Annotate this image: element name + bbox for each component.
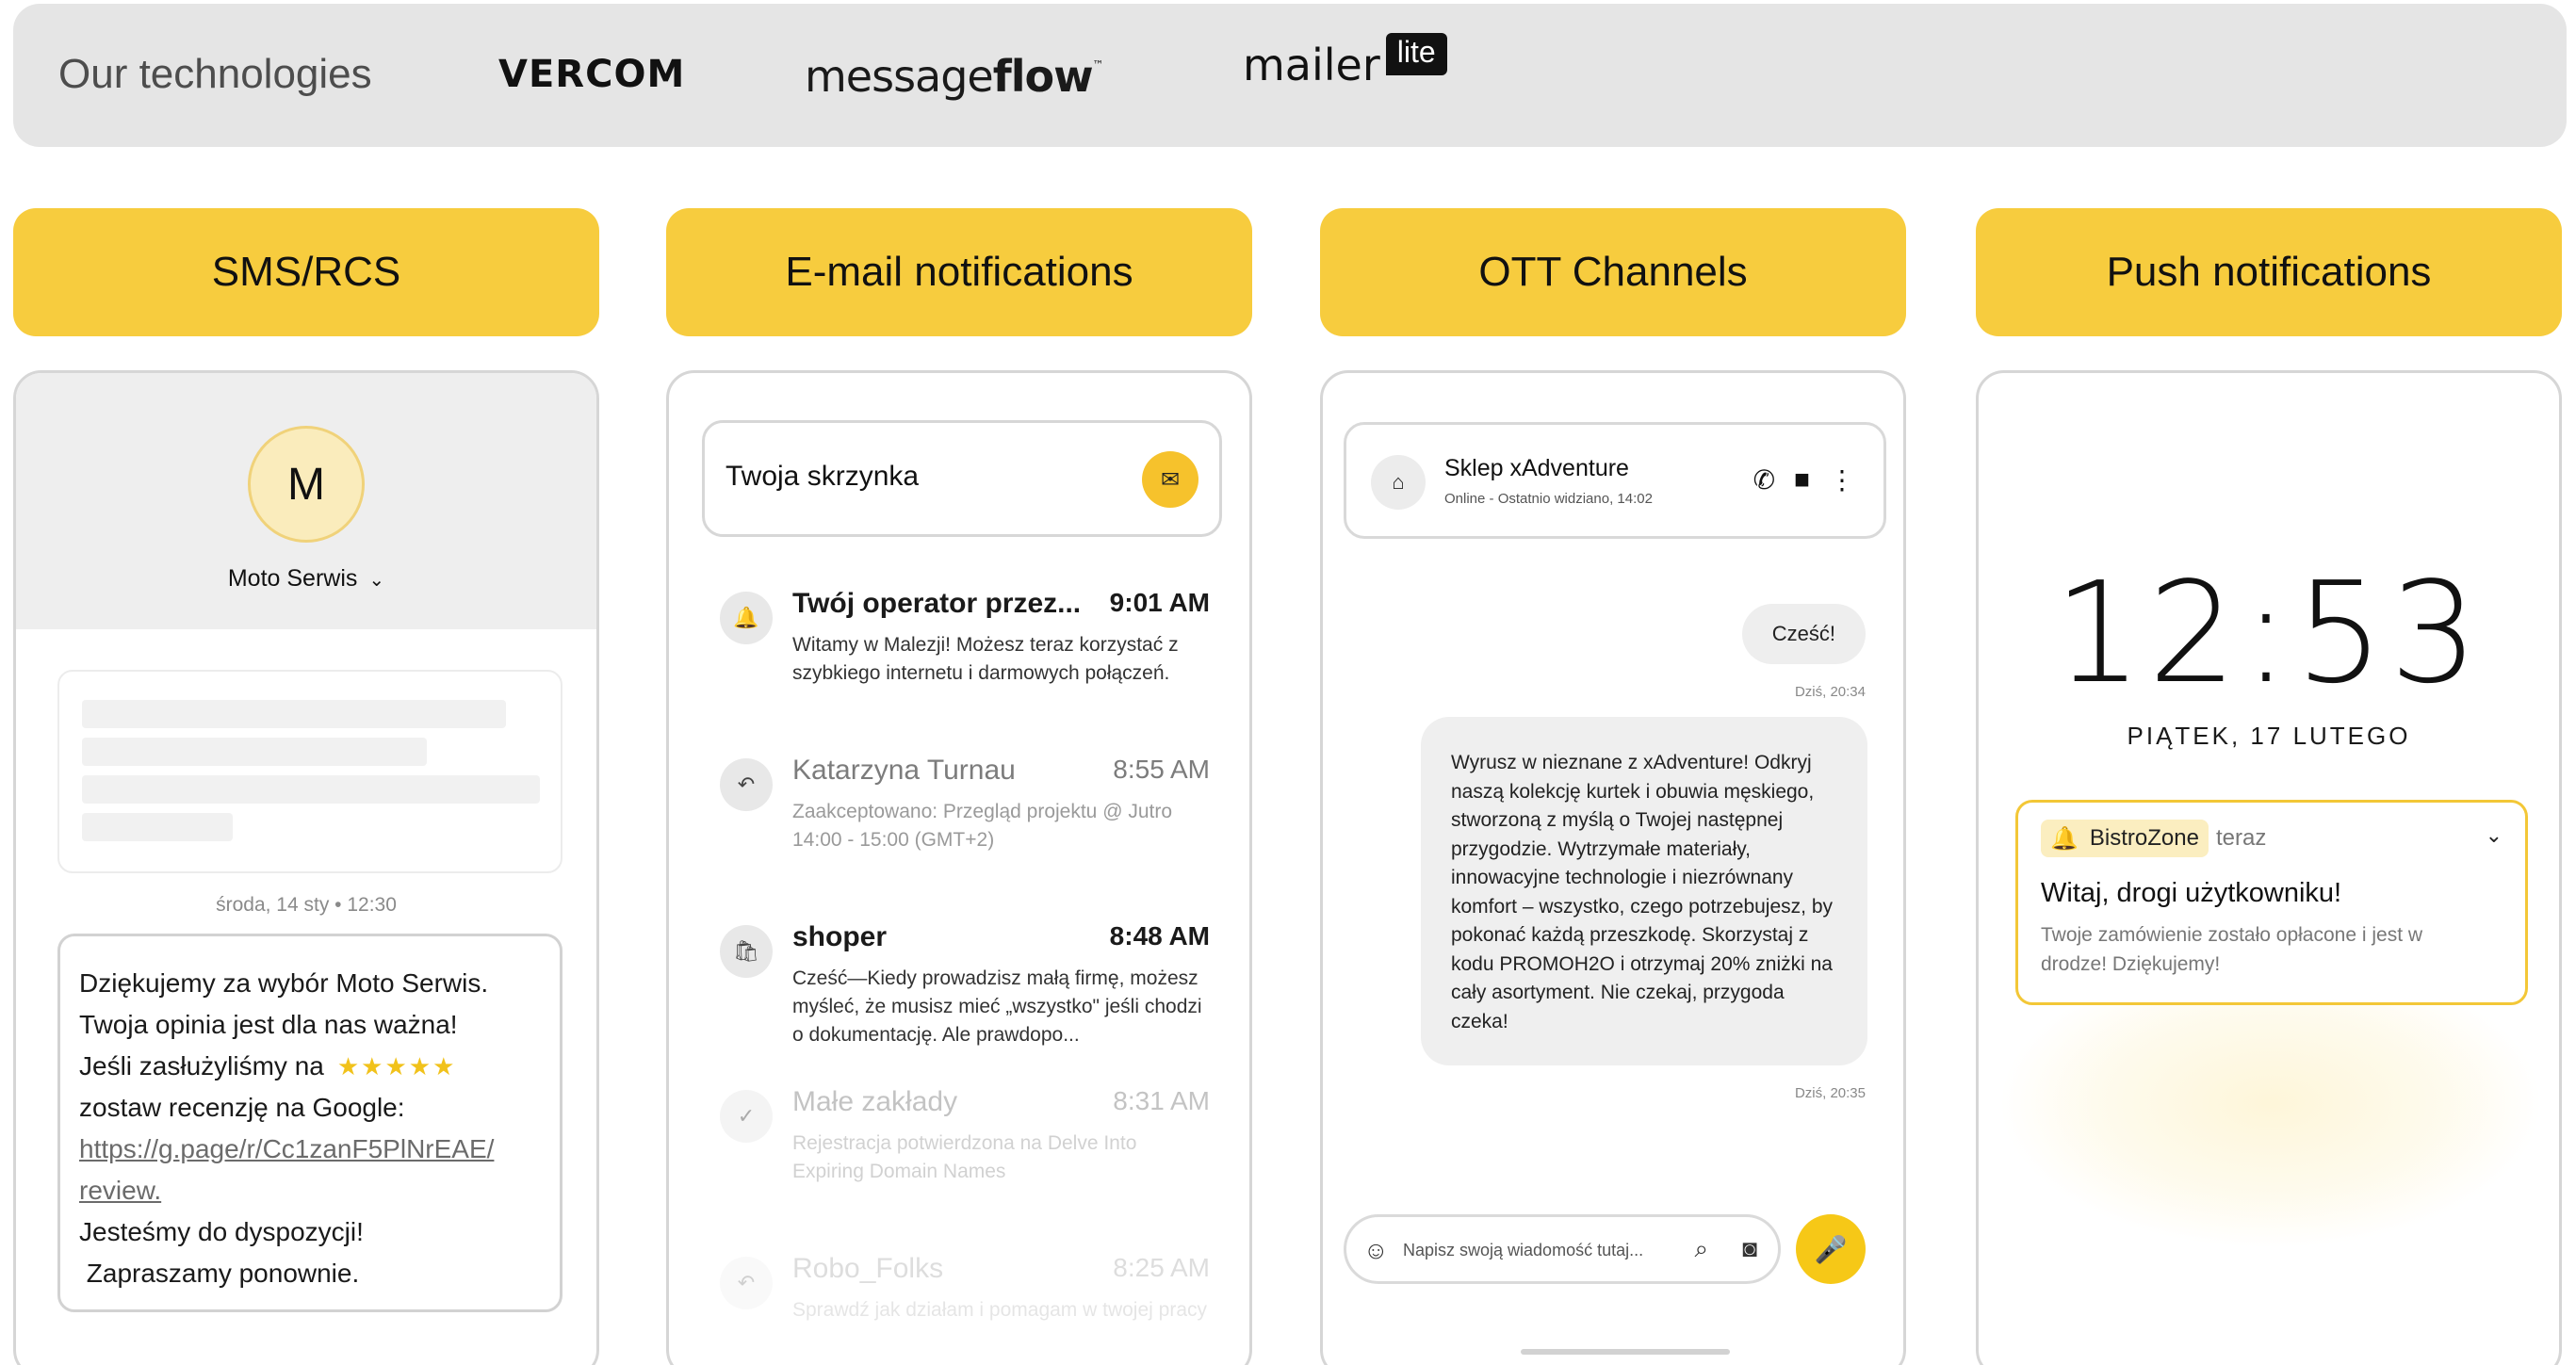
message-line: Jeśli zasłużyliśmy na ★★★★★ xyxy=(79,1051,457,1081)
category-ott-channels: OTT Channels xyxy=(1320,208,1906,336)
lockscreen-date: PIĄTEK, 17 LUTEGO xyxy=(2127,722,2411,750)
push-phone-card: 12:53 PIĄTEK, 17 LUTEGO 🔔 BistroZone ter… xyxy=(1976,370,2562,1365)
skeleton-line xyxy=(82,775,540,804)
greeting-bubble: Cześć! xyxy=(1741,604,1866,664)
emoji-icon[interactable]: ☺ xyxy=(1363,1236,1389,1265)
check-icon: ✓ xyxy=(720,1090,773,1143)
technologies-bar: Our technologies VERCOM messageflow™ mai… xyxy=(13,4,2567,147)
email-sender: Robo_Folks xyxy=(792,1253,944,1284)
inbox-title: Twoja skrzynka xyxy=(726,461,920,492)
email-preview: Sprawdź jak działam i pomagam w twojej p… xyxy=(792,1299,1208,1321)
chat-header: ⌂ Sklep xAdventure Online - Ostatnio wid… xyxy=(1344,422,1886,539)
category-email-notifications: E-mail notifications xyxy=(666,208,1252,336)
reply-icon: ↶ xyxy=(720,1257,773,1309)
email-time: 9:01 AM xyxy=(1109,588,1210,617)
sms-contact-header: M Moto Serwis ⌄ xyxy=(16,373,596,629)
microphone-icon: 🎤 xyxy=(1814,1234,1848,1264)
message-timestamp: Dziś, 20:35 xyxy=(1794,1085,1866,1101)
email-time: 8:31 AM xyxy=(1113,1086,1210,1115)
email-preview: Witamy w Malezji! Możesz teraz korzystać… xyxy=(792,634,1179,684)
message-line: Jesteśmy do dyspozycji! xyxy=(79,1217,364,1246)
bell-icon: 🔔 xyxy=(2050,825,2079,852)
bell-icon: 🔔 xyxy=(720,592,773,644)
message-line: zostaw recenzję na Google: xyxy=(79,1093,405,1122)
message-line: Dziękujemy za wybór Moto Serwis. xyxy=(79,968,489,998)
more-options-icon[interactable]: ⋮ xyxy=(1829,464,1855,496)
email-time: 8:48 AM xyxy=(1109,921,1210,951)
email-time: 8:25 AM xyxy=(1113,1253,1210,1282)
notification-title: Witaj, drogi użytkowniku! xyxy=(2041,878,2342,908)
email-list-item[interactable]: 🛍 shoper 8:48 AM Cześć—Kiedy prowadzisz … xyxy=(720,921,1210,1046)
email-phone-card: Twoja skrzynka ✉ 🔔 Twój operator przez..… xyxy=(666,370,1252,1365)
promo-message-bubble: Wyrusz w nieznane z xAdventure! Odkryj n… xyxy=(1421,717,1867,1065)
skeleton-message-placeholder xyxy=(57,670,562,873)
email-list-item[interactable]: 🔔 Twój operator przez... 9:01 AM Witamy … xyxy=(720,588,1210,701)
email-sender: shoper xyxy=(792,921,888,952)
skeleton-line xyxy=(82,700,506,728)
microphone-button[interactable]: 🎤 xyxy=(1796,1214,1866,1284)
technologies-title: Our technologies xyxy=(58,51,372,97)
shop-status: Online - Ostatnio widziano, 14:02 xyxy=(1444,491,1653,507)
ott-phone-card: ⌂ Sklep xAdventure Online - Ostatnio wid… xyxy=(1320,370,1906,1365)
message-line: Twoja opinia jest dla nas ważna! xyxy=(79,1010,458,1039)
category-push-notifications: Push notifications xyxy=(1976,208,2562,336)
email-sender: Twój operator przez... xyxy=(792,588,1082,619)
contact-avatar[interactable]: M xyxy=(248,426,365,543)
notification-app-badge: 🔔 BistroZone xyxy=(2041,820,2209,857)
chat-actions: ✆ ■ ⋮ xyxy=(1753,464,1855,496)
reply-icon: ↶ xyxy=(720,758,773,811)
review-link[interactable]: https://g.page/r/Cc1zanF5PlNrEAE/ xyxy=(79,1129,541,1170)
envelope-icon[interactable]: ✉ xyxy=(1142,451,1198,508)
chevron-down-icon[interactable]: ⌄ xyxy=(2486,823,2503,848)
chevron-down-icon: ⌄ xyxy=(368,570,385,591)
mailerlite-logo: mailer lite xyxy=(1243,33,1447,90)
email-list-item[interactable]: ↶ Katarzyna Turnau 8:55 AM Zaakceptowano… xyxy=(720,755,1210,868)
push-notification[interactable]: 🔔 BistroZone teraz ⌄ Witaj, drogi użytko… xyxy=(2015,800,2528,1005)
email-preview: Cześć—Kiedy prowadzisz małą firmę, możes… xyxy=(792,967,1202,1046)
lockscreen-clock: 12:53 xyxy=(2053,552,2485,714)
email-sender: Małe zakłady xyxy=(792,1086,958,1117)
notification-app-name: BistroZone xyxy=(2089,825,2199,851)
camera-icon[interactable]: ◙ xyxy=(1742,1234,1757,1263)
message-line: Zapraszamy ponownie. xyxy=(79,1259,360,1288)
notification-body: Twoje zamówienie zostało opłacone i jest… xyxy=(2041,924,2423,975)
contact-name[interactable]: Moto Serwis ⌄ xyxy=(16,565,596,593)
email-sender: Katarzyna Turnau xyxy=(792,755,1016,786)
vercom-logo: VERCOM xyxy=(498,53,686,96)
inbox-header: Twoja skrzynka ✉ xyxy=(702,420,1222,537)
category-sms-rcs: SMS/RCS xyxy=(13,208,599,336)
message-composer: ☺ ⌕ ◙ xyxy=(1344,1214,1781,1284)
phone-icon[interactable]: ✆ xyxy=(1753,464,1775,496)
notification-time: teraz xyxy=(2216,825,2267,851)
message-timestamp: Dziś, 20:34 xyxy=(1794,684,1866,700)
shop-name: Sklep xAdventure xyxy=(1444,455,1629,481)
email-list-item[interactable]: ✓ Małe zakłady 8:31 AM Rejestracja potwi… xyxy=(720,1086,1210,1199)
email-time: 8:55 AM xyxy=(1113,755,1210,784)
rating-stars: ★★★★★ xyxy=(336,1052,457,1081)
email-preview: Rejestracja potwierdzona na Delve Into E… xyxy=(792,1132,1137,1182)
shop-icon[interactable]: ⌂ xyxy=(1371,455,1426,510)
review-link-cont[interactable]: review. xyxy=(79,1170,541,1211)
messageflow-logo: messageflow™ xyxy=(805,51,1104,102)
skeleton-line xyxy=(82,738,427,766)
email-list-item[interactable]: ↶ Robo_Folks 8:25 AM Sprawdź jak działam… xyxy=(720,1253,1210,1365)
sms-phone-card: M Moto Serwis ⌄ środa, 14 sty • 12:30 Dzi… xyxy=(13,370,599,1365)
home-indicator xyxy=(1521,1349,1730,1355)
attachment-icon[interactable]: ⌕ xyxy=(1694,1234,1708,1264)
message-input[interactable] xyxy=(1403,1236,1667,1264)
email-preview: Zaakceptowano: Przegląd projektu @ Jutro… xyxy=(792,801,1173,851)
skeleton-line xyxy=(82,813,233,841)
sms-message-bubble: Dziękujemy za wybór Moto Serwis. Twoja o… xyxy=(57,934,562,1312)
video-icon[interactable]: ■ xyxy=(1794,464,1810,496)
bag-icon: 🛍 xyxy=(720,925,773,978)
message-date: środa, 14 sty • 12:30 xyxy=(216,894,397,916)
